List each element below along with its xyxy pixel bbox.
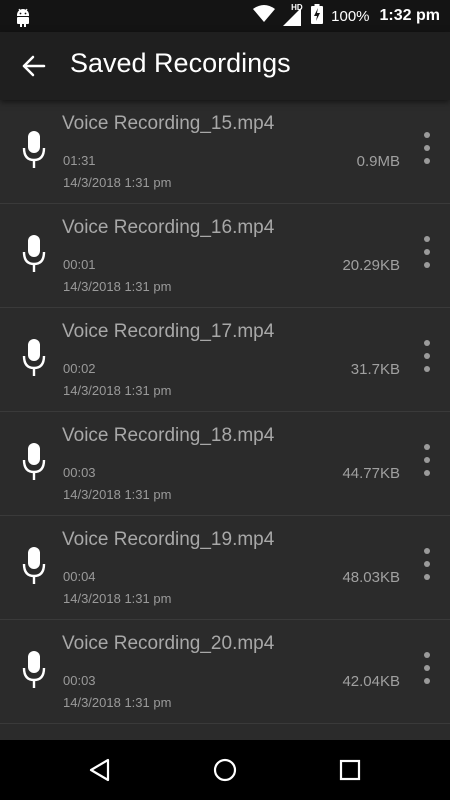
recording-date: 14/3/2018 1:31 pm [63, 279, 172, 294]
recording-date: 14/3/2018 1:31 pm [63, 175, 172, 190]
recording-date: 14/3/2018 1:31 pm [63, 383, 172, 398]
microphone-icon [22, 235, 46, 272]
microphone-icon [22, 651, 46, 688]
recordings-list: Voice Recording_15.mp4 01:31 14/3/2018 1… [0, 100, 450, 740]
recording-size: 0.9MB [356, 153, 400, 170]
nav-home-icon [213, 758, 237, 782]
recording-name: Voice Recording_18.mp4 [62, 425, 275, 446]
android-notification-icon [14, 5, 32, 32]
microphone-icon [22, 443, 46, 480]
recording-size: 20.29KB [342, 257, 400, 274]
more-vert-icon[interactable] [418, 236, 436, 268]
recording-size: 44.77KB [342, 465, 400, 482]
more-vert-icon[interactable] [418, 652, 436, 684]
recording-date: 14/3/2018 1:31 pm [63, 591, 172, 606]
battery-percent: 100% [331, 7, 370, 25]
recording-item[interactable]: Voice Recording_19.mp4 00:04 14/3/2018 1… [0, 516, 450, 620]
nav-home-button[interactable] [211, 756, 239, 784]
microphone-icon [22, 339, 46, 376]
recording-duration: 01:31 [63, 153, 96, 168]
nav-recents-icon [339, 759, 361, 781]
recording-size: 31.7KB [350, 361, 400, 378]
battery-charging-icon [311, 4, 324, 28]
hd-label: HD [291, 3, 303, 12]
recording-name: Voice Recording_19.mp4 [62, 529, 275, 550]
recording-size: 48.03KB [342, 569, 400, 586]
recording-duration: 00:04 [63, 569, 96, 584]
status-bar: HD 100% 1:32 pm [0, 0, 450, 32]
recording-item[interactable]: Voice Recording_16.mp4 00:01 14/3/2018 1… [0, 204, 450, 308]
recording-name: Voice Recording_16.mp4 [62, 217, 275, 238]
recording-date: 14/3/2018 1:31 pm [63, 695, 172, 710]
back-button[interactable] [20, 52, 48, 80]
recording-duration: 00:03 [63, 465, 96, 480]
microphone-icon [22, 547, 46, 584]
recording-name: Voice Recording_15.mp4 [62, 113, 275, 134]
app-bar: Saved Recordings [0, 32, 450, 100]
nav-back-button[interactable] [86, 756, 114, 784]
status-time: 1:32 pm [379, 7, 440, 24]
recording-name: Voice Recording_20.mp4 [62, 633, 275, 654]
recording-name: Voice Recording_17.mp4 [62, 321, 275, 342]
microphone-icon [22, 131, 46, 168]
page-title: Saved Recordings [70, 48, 291, 78]
recording-item[interactable]: Voice Recording_17.mp4 00:02 14/3/2018 1… [0, 308, 450, 412]
wifi-icon [253, 5, 276, 27]
more-vert-icon[interactable] [418, 340, 436, 372]
more-vert-icon[interactable] [418, 444, 436, 476]
recording-duration: 00:02 [63, 361, 96, 376]
nav-back-icon [89, 758, 110, 782]
screen: HD 100% 1:32 pm Saved Recordings Voice R… [0, 0, 450, 800]
more-vert-icon[interactable] [418, 548, 436, 580]
recording-duration: 00:03 [63, 673, 96, 688]
nav-recents-button[interactable] [336, 756, 364, 784]
signal-icon: HD [283, 3, 303, 26]
navigation-bar [0, 740, 450, 800]
recording-item[interactable]: Voice Recording_15.mp4 01:31 14/3/2018 1… [0, 100, 450, 204]
arrow-back-icon [22, 55, 46, 77]
recording-size: 42.04KB [342, 673, 400, 690]
recording-date: 14/3/2018 1:31 pm [63, 487, 172, 502]
recording-item[interactable]: Voice Recording_20.mp4 00:03 14/3/2018 1… [0, 620, 450, 724]
recording-duration: 00:01 [63, 257, 96, 272]
status-icons: HD 100% 1:32 pm [253, 0, 440, 32]
recording-item[interactable]: Voice Recording_18.mp4 00:03 14/3/2018 1… [0, 412, 450, 516]
more-vert-icon[interactable] [418, 132, 436, 164]
